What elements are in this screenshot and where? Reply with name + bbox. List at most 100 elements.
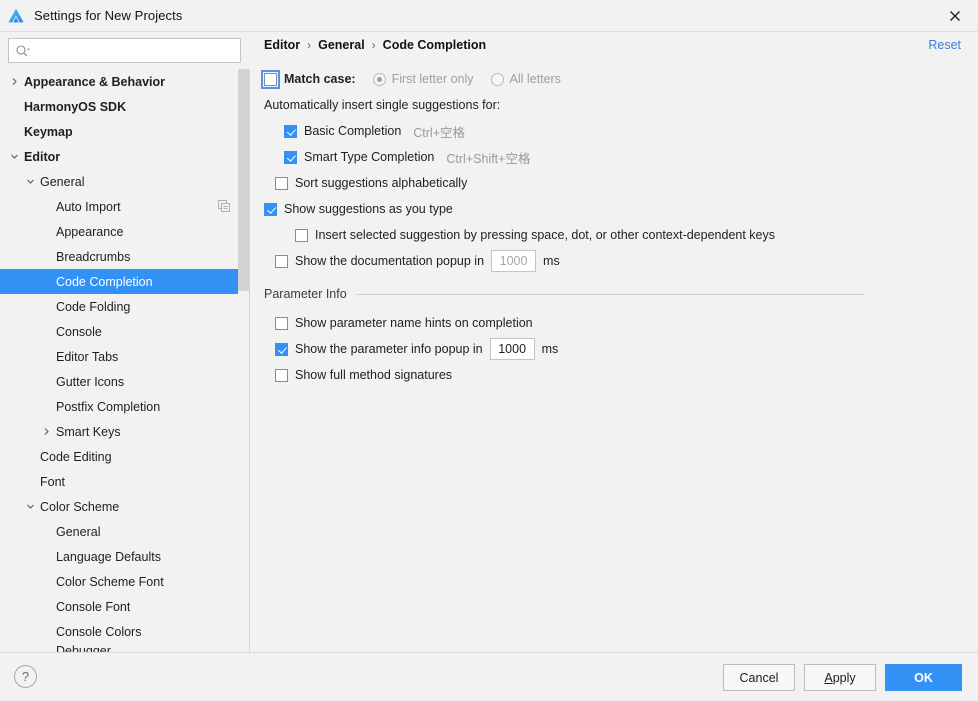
sidebar-item-label: Keymap (24, 124, 73, 139)
smart-type-completion-checkbox[interactable] (284, 150, 297, 164)
all-letters-label: All letters (509, 72, 561, 86)
deveco-studio-logo-icon (8, 8, 24, 22)
sidebar-item-label: HarmonyOS SDK (24, 99, 127, 114)
full-method-signatures-checkbox[interactable] (275, 368, 288, 382)
insert-selected-suggestion-checkbox[interactable] (295, 228, 308, 242)
documentation-popup-units: ms (543, 254, 560, 268)
sidebar-item-font[interactable]: Font (0, 469, 249, 494)
sidebar-item-general[interactable]: General (0, 519, 249, 544)
parameter-name-hints-checkbox[interactable] (275, 316, 288, 330)
dialog-buttons: Cancel Apply OK (714, 664, 962, 691)
window-title: Settings for New Projects (34, 8, 183, 23)
show-suggestions-checkbox[interactable] (264, 202, 277, 216)
insert-selected-suggestion-row: Insert selected suggestion by pressing s… (264, 222, 964, 248)
sidebar-item-console-colors[interactable]: Console Colors (0, 619, 249, 644)
show-suggestions-label: Show suggestions as you type (284, 202, 453, 216)
documentation-popup-label: Show the documentation popup in (295, 254, 485, 268)
title-bar: Settings for New Projects (0, 0, 978, 32)
parameter-name-hints-row: Show parameter name hints on completion (264, 310, 964, 336)
sidebar-item-general[interactable]: General (0, 169, 249, 194)
apply-button[interactable]: Apply (804, 664, 876, 691)
section-divider (355, 293, 864, 295)
close-icon[interactable] (932, 0, 978, 31)
settings-tree-list: Appearance & Behavior HarmonyOS SDK Keymap… (0, 69, 249, 652)
breadcrumb-separator: › (371, 38, 376, 52)
basic-completion-row: Basic Completion Ctrl+空格 (264, 118, 964, 144)
sidebar-item-breadcrumbs[interactable]: Breadcrumbs (0, 244, 249, 269)
match-case-checkbox[interactable] (261, 69, 280, 89)
sidebar-item-harmonyos-sdk[interactable]: HarmonyOS SDK (0, 94, 249, 119)
sidebar-item-label: Color Scheme (40, 499, 120, 514)
sort-suggestions-label: Sort suggestions alphabetically (295, 176, 468, 190)
smart-type-completion-shortcut: Ctrl+Shift+空格 (446, 151, 531, 166)
ok-button[interactable]: OK (885, 664, 962, 691)
sidebar-item-label: Code Completion (56, 274, 153, 289)
sidebar-item-appearance[interactable]: Appearance (0, 219, 249, 244)
settings-detail-pane: Editor › General › Code Completion Reset… (251, 33, 978, 652)
settings-search-box[interactable] (8, 38, 241, 63)
dialog-footer: ? Cancel Apply OK (0, 652, 978, 701)
parameter-info-section-header: Parameter Info (264, 281, 964, 307)
sidebar-item-gutter-icons[interactable]: Gutter Icons (0, 369, 249, 394)
sidebar-item-language-defaults[interactable]: Language Defaults (0, 544, 249, 569)
breadcrumb-item-general[interactable]: General (318, 38, 365, 52)
sidebar-item-label: Smart Keys (56, 424, 121, 439)
sidebar-scrollbar-thumb[interactable] (238, 69, 249, 291)
sidebar-item-label: General (56, 524, 101, 539)
settings-tree: Appearance & Behavior HarmonyOS SDK Keymap… (0, 69, 250, 652)
show-suggestions-row: Show suggestions as you type (264, 196, 964, 222)
sidebar-item-color-scheme-font[interactable]: Color Scheme Font (0, 569, 249, 594)
basic-completion-checkbox[interactable] (284, 124, 297, 138)
sidebar-item-code-editing[interactable]: Code Editing (0, 444, 249, 469)
chevron-down-icon[interactable] (24, 175, 37, 188)
match-case-label: Match case: (284, 72, 356, 86)
first-letter-only-radio[interactable] (372, 72, 386, 86)
sidebar-item-label: Code Editing (40, 449, 112, 464)
reset-link[interactable]: Reset (928, 38, 961, 52)
sidebar-item-label: Console Font (56, 599, 131, 614)
sidebar-item-code-completion[interactable]: Code Completion (0, 269, 249, 294)
sidebar-item-postfix-completion[interactable]: Postfix Completion (0, 394, 249, 419)
chevron-right-icon[interactable] (8, 75, 21, 88)
sidebar-item-auto-import[interactable]: Auto Import (0, 194, 249, 219)
sidebar-item-keymap[interactable]: Keymap (0, 119, 249, 144)
sidebar-item-appearance-behavior[interactable]: Appearance & Behavior (0, 69, 249, 94)
sidebar-item-console[interactable]: Console (0, 319, 249, 344)
first-letter-only-label: First letter only (391, 72, 474, 86)
insert-selected-suggestion-label: Insert selected suggestion by pressing s… (315, 228, 775, 242)
documentation-popup-checkbox[interactable] (275, 254, 288, 268)
sidebar-item-editor-tabs[interactable]: Editor Tabs (0, 344, 249, 369)
apply-button-mnemonic: A (824, 670, 833, 685)
parameter-info-popup-row: Show the parameter info popup in ms (264, 336, 964, 362)
sidebar-item-smart-keys[interactable]: Smart Keys (0, 419, 249, 444)
sidebar-item-editor[interactable]: Editor (0, 144, 249, 169)
sidebar-item-color-scheme[interactable]: Color Scheme (0, 494, 249, 519)
parameter-info-popup-checkbox[interactable] (275, 342, 288, 356)
apply-button-label: pply (832, 670, 856, 685)
parameter-info-popup-delay-input[interactable] (489, 338, 535, 360)
copy-icon[interactable] (218, 200, 230, 212)
help-icon[interactable]: ? (14, 665, 37, 688)
breadcrumb-item-code-completion: Code Completion (382, 38, 487, 52)
full-method-signatures-label: Show full method signatures (295, 368, 453, 382)
sidebar-item-label: Appearance & Behavior (24, 74, 166, 89)
cancel-button[interactable]: Cancel (723, 664, 795, 691)
sidebar-item-console-font[interactable]: Console Font (0, 594, 249, 619)
parameter-info-popup-units: ms (541, 342, 559, 356)
sidebar-scrollbar[interactable] (238, 69, 249, 652)
sort-suggestions-checkbox[interactable] (275, 176, 288, 190)
all-letters-radio[interactable] (490, 72, 504, 86)
chevron-right-icon[interactable] (40, 425, 53, 438)
breadcrumb: Editor › General › Code Completion (264, 38, 486, 52)
chevron-down-icon[interactable] (24, 500, 37, 513)
search-input[interactable] (31, 40, 240, 61)
smart-type-completion-label: Smart Type Completion (304, 150, 435, 164)
sidebar-item-code-folding[interactable]: Code Folding (0, 294, 249, 319)
chevron-down-icon[interactable] (8, 150, 21, 163)
sidebar-item-debugger[interactable]: Debugger (0, 644, 249, 652)
sidebar-item-label: Console Colors (56, 624, 142, 639)
help-glyph: ? (21, 669, 30, 684)
documentation-popup-delay-input[interactable] (491, 250, 537, 272)
breadcrumb-item-editor[interactable]: Editor (264, 38, 300, 52)
parameter-info-popup-label: Show the parameter info popup in (295, 342, 483, 356)
